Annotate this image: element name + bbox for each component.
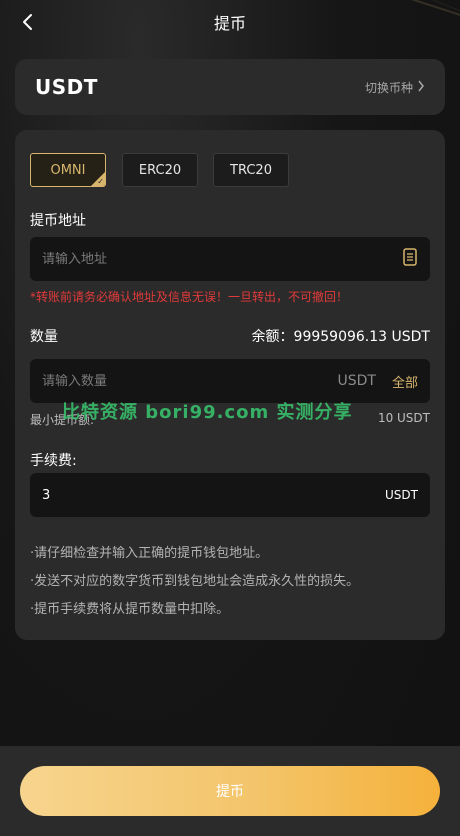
fee-value: 3: [42, 487, 51, 503]
min-withdraw-value: 10 USDT: [377, 411, 430, 425]
address-input[interactable]: [42, 251, 402, 267]
amount-unit: USDT: [337, 373, 376, 389]
chevron-left-icon[interactable]: [18, 12, 38, 32]
coin-name: USDT: [35, 75, 98, 99]
header: 提币: [0, 0, 460, 44]
amount-input-box: USDT 全部: [30, 359, 430, 403]
chain-tab-label: OMNI: [50, 162, 86, 178]
fee-label: 手续费:: [30, 453, 77, 469]
withdraw-form-card: OMNI ✓ ERC20 TRC20 提币地址 *转账前请务必确认地址及信息无误…: [15, 130, 445, 640]
document-icon[interactable]: [402, 247, 418, 271]
chain-tab-label: TRC20: [230, 162, 272, 178]
fee-unit: USDT: [385, 488, 418, 502]
chevron-right-icon: [417, 80, 425, 95]
balance-text: 余额：99959096.13 USDT: [251, 329, 430, 345]
coin-selector-card: USDT 切换币种: [15, 59, 445, 115]
chain-tab-label: ERC20: [138, 162, 182, 178]
notes-list: ·请仔细检查并输入正确的提币钱包地址。 ·发送不对应的数字货币到钱包地址会造成永…: [30, 540, 359, 624]
all-button[interactable]: 全部: [392, 372, 418, 391]
address-warning: *转账前请务必确认地址及信息无误！一旦转出，不可撤回！: [30, 290, 349, 304]
amount-input[interactable]: [42, 373, 338, 389]
chain-tab-erc20[interactable]: ERC20: [122, 153, 198, 187]
check-icon: ✓: [97, 177, 104, 186]
note-item: ·请仔细检查并输入正确的提币钱包地址。: [30, 546, 269, 561]
fee-box: 3 USDT: [30, 473, 430, 517]
page-title: 提币: [213, 14, 246, 33]
address-input-box: [30, 237, 430, 281]
chain-tab-trc20[interactable]: TRC20: [213, 153, 289, 187]
amount-label: 数量: [30, 329, 58, 345]
address-label: 提币地址: [30, 213, 86, 229]
watermark: 比特资源 bori99.com 实测分享: [62, 402, 353, 423]
withdraw-page: 提币 USDT 切换币种 OMNI ✓ ERC20 TRC20 提币地址 请输入…: [0, 0, 460, 836]
submit-button[interactable]: 提币: [20, 766, 440, 816]
note-item: ·发送不对应的数字货币到钱包地址会造成永久性的损失。: [30, 574, 360, 589]
switch-coin-label: 切换币种: [364, 80, 413, 95]
note-item: ·提币手续费将从提币数量中扣除。: [30, 602, 230, 617]
chain-tab-omni[interactable]: OMNI ✓: [30, 153, 106, 187]
bottom-bar: 提币: [0, 746, 460, 836]
switch-coin-button[interactable]: 切换币种: [365, 79, 425, 96]
